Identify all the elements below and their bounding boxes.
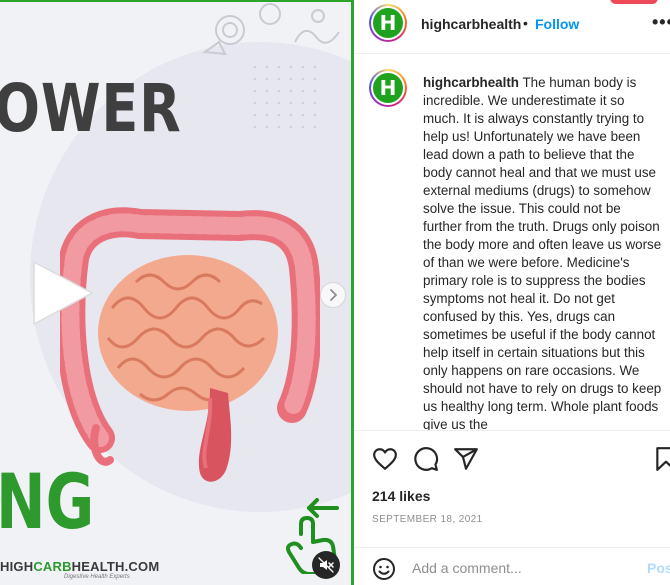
more-options-button[interactable]: ••• <box>652 12 670 33</box>
caption-scroll-area[interactable]: H highcarbhealth The human body is incre… <box>354 55 670 430</box>
speaker-muted-icon <box>318 557 334 573</box>
follow-button[interactable]: Follow <box>535 16 579 32</box>
headline-top: OWER <box>0 70 182 147</box>
play-icon[interactable] <box>26 258 96 328</box>
caption-username-link[interactable]: highcarbhealth <box>423 75 519 90</box>
comment-bar: Post <box>354 547 670 585</box>
post-actions: 214 likes SEPTEMBER 18, 2021 <box>354 430 670 550</box>
post-media[interactable]: OWER NG HIGHCARBHEALTH.COM Digestive Hea… <box>0 0 354 585</box>
next-slide-button[interactable] <box>320 282 346 308</box>
avatar-logo: H <box>373 8 403 38</box>
avatar-logo: H <box>373 73 403 103</box>
mute-button[interactable] <box>312 551 340 579</box>
decorative-doodles <box>202 3 340 56</box>
share-icon[interactable] <box>453 446 479 472</box>
comment-input[interactable] <box>412 557 632 579</box>
headline-bottom: NG <box>0 457 95 546</box>
post-header: H highcarbhealth • Follow ••• <box>354 0 670 54</box>
post-comment-button[interactable]: Post <box>647 560 670 576</box>
separator-dot: • <box>523 15 528 31</box>
caption-text-block: highcarbhealth The human body is incredi… <box>423 74 663 430</box>
post-sidebar: H highcarbhealth • Follow ••• H highcarb… <box>354 0 670 585</box>
username-link[interactable]: highcarbhealth <box>421 16 521 32</box>
likes-count[interactable]: 214 likes <box>372 488 430 504</box>
chevron-right-icon <box>330 289 337 301</box>
comment-icon[interactable] <box>413 446 439 472</box>
caption-body: The human body is incredible. We underes… <box>423 75 662 430</box>
brand-subtitle: Digestive Health Experts <box>64 574 130 580</box>
heart-icon[interactable] <box>372 446 398 472</box>
avatar[interactable]: H <box>369 4 407 42</box>
intestine-illustration <box>60 207 320 482</box>
post-date: SEPTEMBER 18, 2021 <box>372 514 483 525</box>
caption-avatar[interactable]: H <box>369 69 407 107</box>
emoji-icon[interactable] <box>372 557 396 581</box>
bookmark-icon[interactable] <box>653 446 670 472</box>
brand-wordmark: HIGHCARBHEALTH.COM <box>0 559 160 574</box>
